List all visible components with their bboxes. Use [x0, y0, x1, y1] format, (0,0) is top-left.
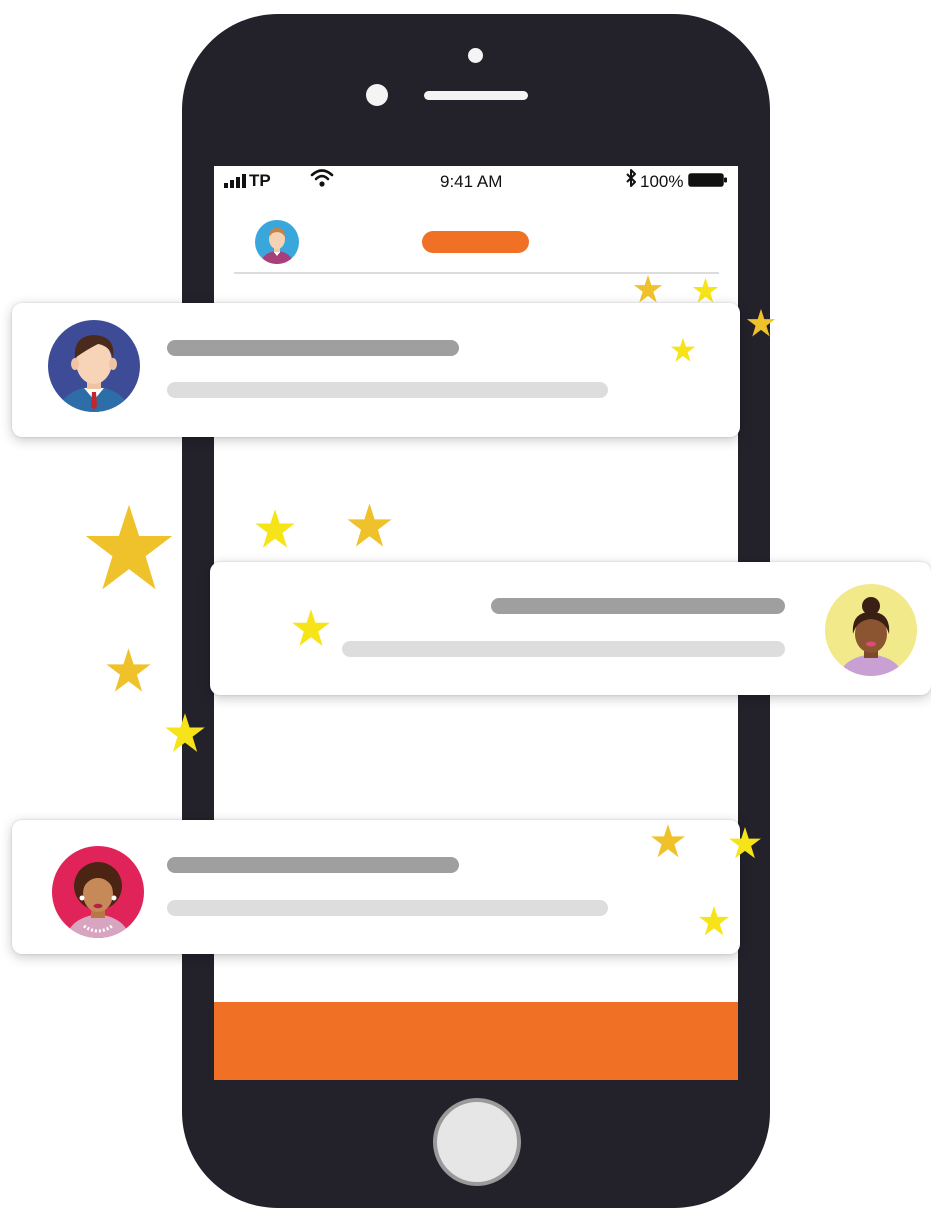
avatar: [48, 320, 140, 412]
home-button[interactable]: [433, 1098, 521, 1186]
message-title-placeholder: [491, 598, 785, 614]
message-body-placeholder: [167, 900, 608, 916]
avatar: [825, 584, 917, 676]
front-sensor: [468, 48, 483, 63]
message-card[interactable]: [210, 562, 931, 695]
star-icon: [292, 609, 330, 646]
star-icon: [347, 503, 392, 547]
star-icon: [746, 308, 776, 337]
star-icon: [106, 648, 151, 692]
message-card[interactable]: [12, 820, 740, 954]
star-icon: [651, 824, 685, 858]
header-title-placeholder: [422, 231, 529, 253]
status-time: 9:41 AM: [440, 172, 503, 191]
star-icon: [692, 277, 719, 303]
star-icon: [633, 274, 663, 303]
message-title-placeholder: [167, 857, 459, 873]
star-icon: [255, 509, 295, 548]
carrier-label: TP: [249, 171, 271, 190]
star-icon: [698, 905, 730, 936]
front-camera: [366, 84, 388, 106]
earpiece-speaker: [424, 91, 528, 100]
status-bar: TP 9:41 AM 100%: [214, 166, 738, 196]
bottom-action-bar[interactable]: [214, 1002, 738, 1080]
battery-percentage: 100%: [640, 172, 684, 191]
user-avatar[interactable]: [255, 220, 299, 264]
message-body-placeholder: [342, 641, 785, 657]
star-icon: [670, 337, 696, 362]
avatar: [52, 846, 144, 938]
star-icon: [85, 504, 173, 590]
wifi-icon: [310, 169, 334, 187]
battery-icon: [688, 173, 727, 187]
star-icon: [165, 713, 205, 752]
message-card[interactable]: [12, 303, 740, 437]
star-icon: [729, 827, 761, 859]
signal-icon: [224, 174, 246, 188]
message-body-placeholder: [167, 382, 608, 398]
message-title-placeholder: [167, 340, 459, 356]
bluetooth-icon: [626, 169, 636, 187]
